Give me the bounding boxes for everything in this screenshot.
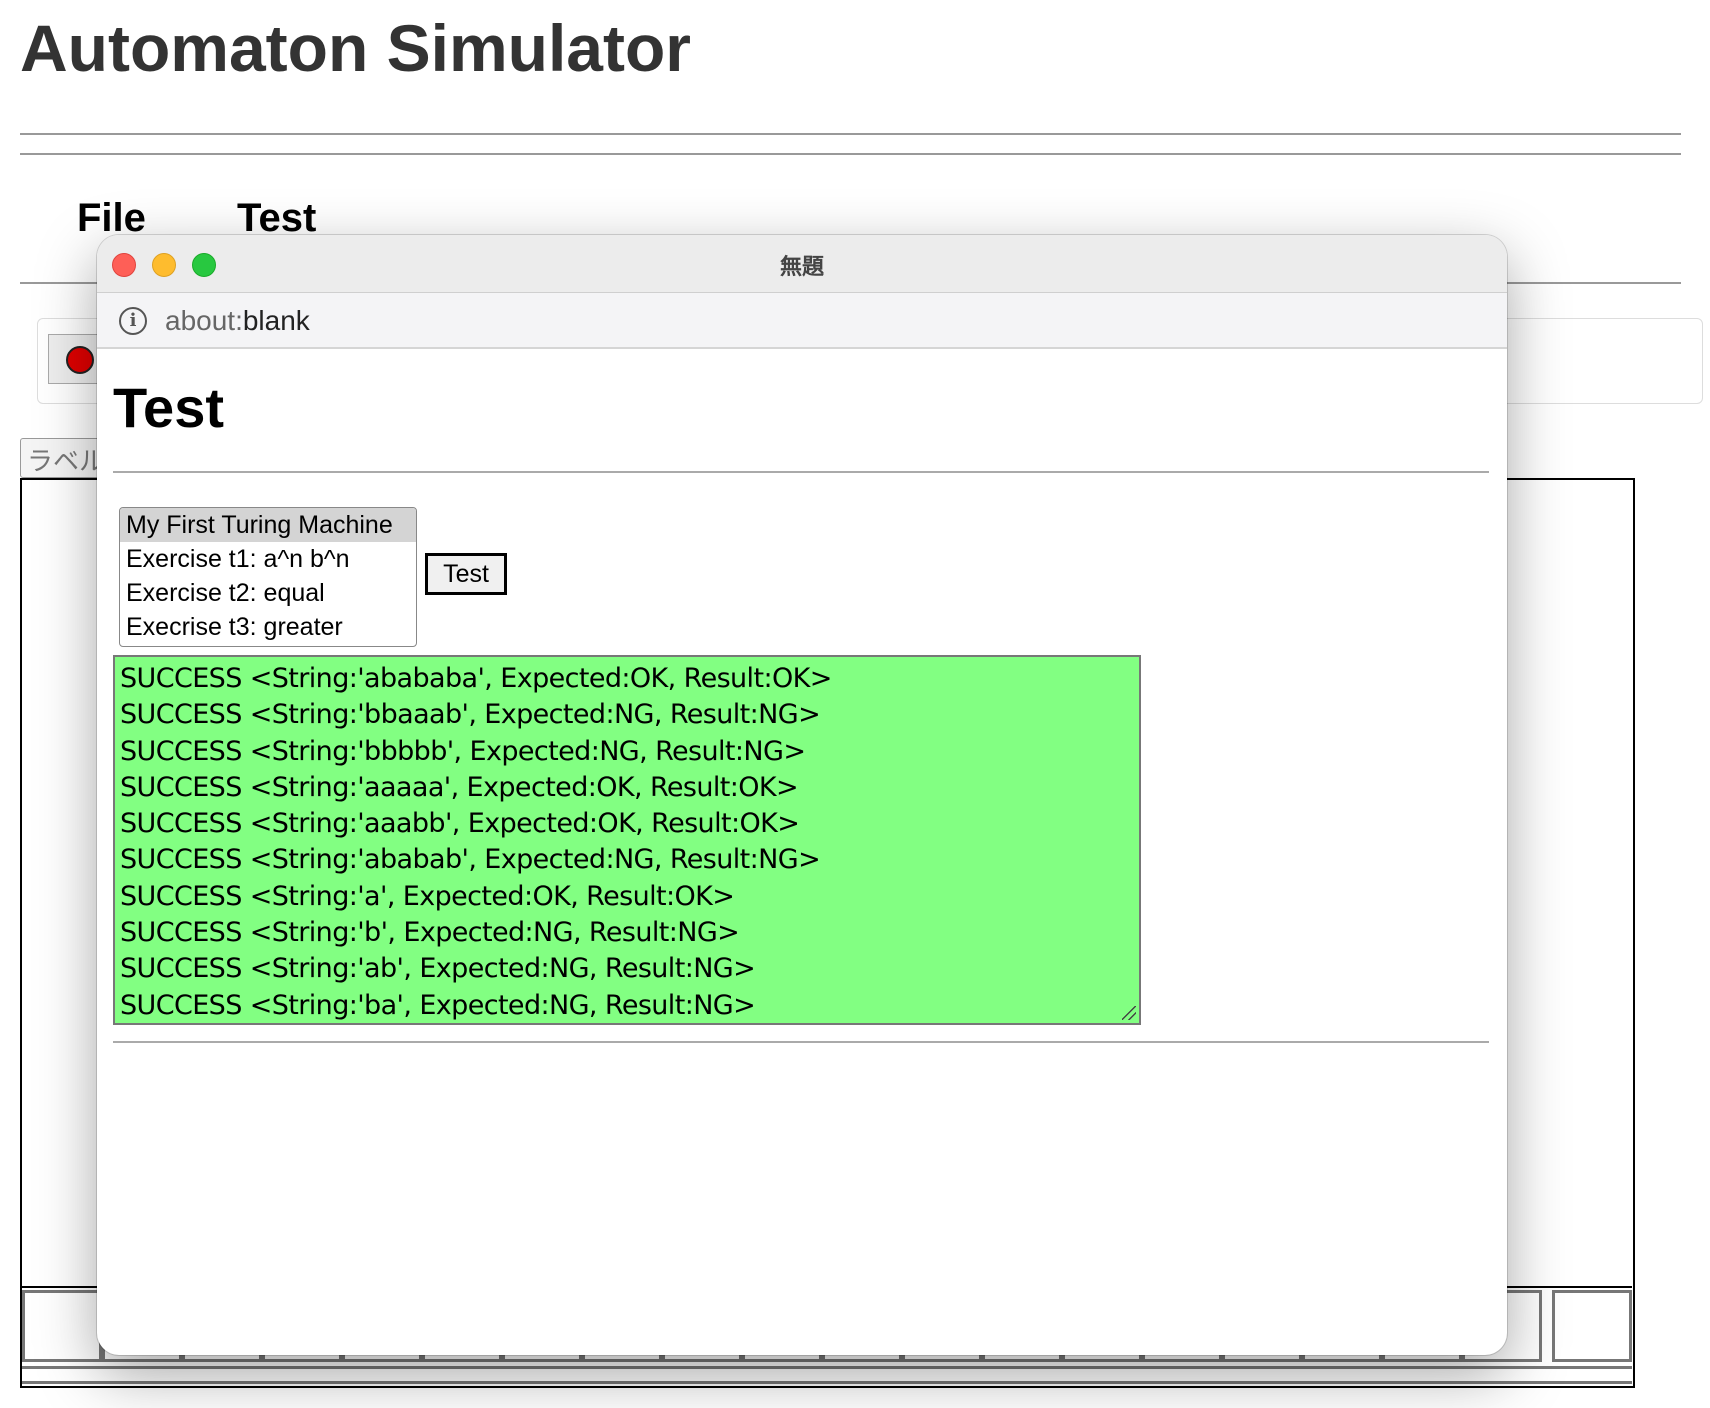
popup-content: Test My First Turing Machine Exercise t1… — [97, 351, 1507, 1355]
result-line: SUCCESS <String:'aaaaa', Expected:OK, Re… — [120, 771, 799, 803]
result-line: SUCCESS <String:'b', Expected:NG, Result… — [120, 917, 740, 949]
record-dot-icon — [66, 346, 94, 374]
address-bar[interactable]: i about:blank — [97, 293, 1507, 349]
result-line: SUCCESS <String:'bbaaab', Expected:NG, R… — [120, 699, 821, 731]
list-option-exercise-t2[interactable]: Exercise t2: equal — [120, 576, 416, 610]
test-popup-window: 無題 i about:blank Test My First Turing Ma… — [97, 235, 1507, 1355]
url-scheme: about: — [165, 305, 243, 336]
divider — [113, 471, 1489, 473]
result-line: SUCCESS <String:'a', Expected:OK, Result… — [120, 880, 735, 912]
tape-cell[interactable] — [1552, 1290, 1632, 1362]
window-title: 無題 — [779, 254, 824, 279]
app-title: Automaton Simulator — [20, 11, 691, 85]
window-titlebar[interactable]: 無題 — [97, 235, 1507, 293]
machine-select-list[interactable]: My First Turing Machine Exercise t1: a^n… — [119, 507, 417, 647]
result-line: SUCCESS <String:'ababab', Expected:NG, R… — [120, 844, 821, 876]
list-option-exercise-t1[interactable]: Exercise t1: a^n b^n — [120, 542, 416, 576]
result-line: SUCCESS <String:'bbbbb', Expected:NG, Re… — [120, 735, 806, 767]
tape-scrollbar[interactable] — [22, 1366, 1632, 1384]
divider — [20, 133, 1681, 135]
list-option-exercise-t3[interactable]: Execrise t3: greater — [120, 610, 416, 644]
tape-cell[interactable] — [22, 1290, 102, 1362]
run-test-button[interactable]: Test — [425, 553, 507, 595]
page-title: Test — [113, 376, 224, 439]
result-line: SUCCESS <String:'ba', Expected:NG, Resul… — [120, 989, 756, 1021]
url-path: blank — [242, 305, 310, 336]
resize-grip-icon[interactable] — [1122, 1006, 1136, 1020]
list-option-my-first-turing-machine[interactable]: My First Turing Machine — [120, 508, 416, 542]
url-text[interactable]: about:blank — [165, 305, 310, 337]
result-line: SUCCESS <String:'aaabb', Expected:OK, Re… — [120, 808, 800, 840]
divider — [20, 153, 1681, 155]
test-results-textarea[interactable]: SUCCESS <String:'abababa', Expected:OK, … — [113, 655, 1141, 1025]
info-icon[interactable]: i — [119, 307, 147, 335]
result-line: SUCCESS <String:'abababa', Expected:OK, … — [120, 663, 832, 694]
divider — [113, 1041, 1489, 1043]
result-line: SUCCESS <String:'ab', Expected:NG, Resul… — [120, 953, 756, 985]
